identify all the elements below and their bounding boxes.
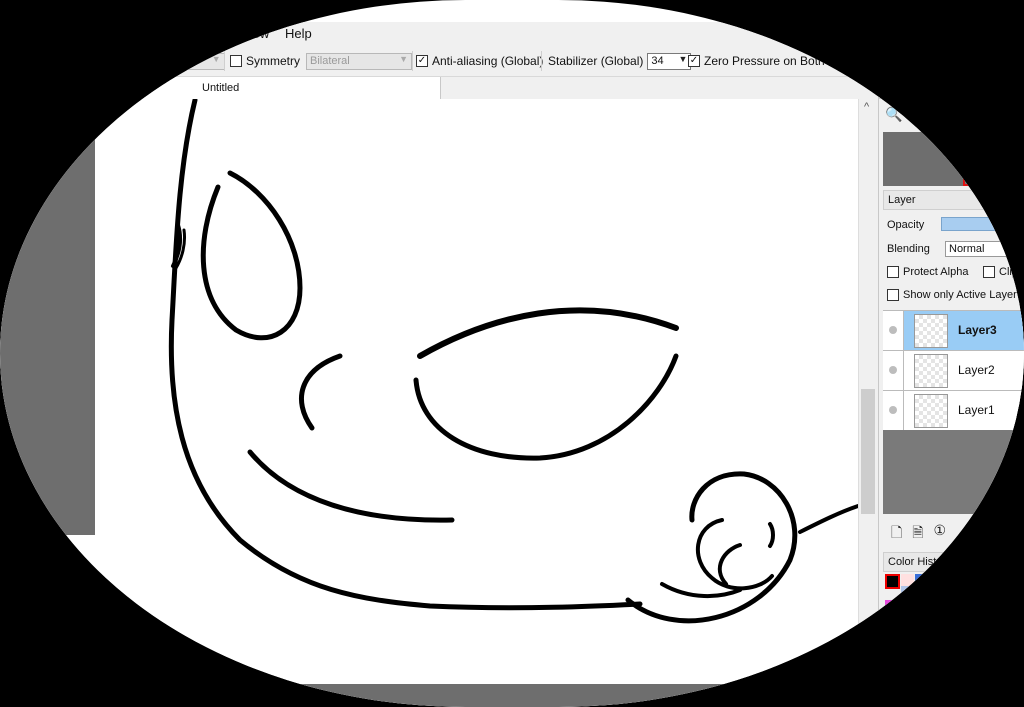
layer-name: Layer1 <box>958 403 995 417</box>
canvas-vertical-scrollbar[interactable]: ^ <box>858 99 879 639</box>
blending-value: Normal <box>949 243 985 255</box>
show-active-layer-checkbox[interactable] <box>887 289 899 301</box>
menu-bar: Animation Tool Window Help <box>0 22 1024 46</box>
layer-set-icon[interactable]: 🗎 <box>912 522 923 546</box>
protect-alpha-checkbox[interactable] <box>887 266 899 278</box>
toolbar-divider <box>224 51 225 71</box>
layer-list: Layer3 Layer2 Layer1 <box>883 310 1024 431</box>
show-active-layer-option: Show only Active Layer <box>887 289 1017 301</box>
navigator-preview[interactable] <box>883 132 1024 186</box>
antialias-option: ✓ Anti-aliasing (Global) <box>416 52 543 70</box>
layer-list-empty-area <box>883 430 1024 514</box>
color-swatch[interactable] <box>885 600 898 613</box>
clip-label: Clip <box>999 266 1018 278</box>
scrollbar-thumb[interactable] <box>861 389 875 514</box>
chevron-down-icon: ▼ <box>399 53 408 64</box>
stabilizer-option: Stabilizer (Global) 34 ▼ <box>548 52 692 70</box>
shape-value: Line <box>154 54 176 67</box>
layer-thumbnail <box>914 314 948 348</box>
symmetry-dropdown[interactable]: Bilateral ▼ <box>306 52 412 70</box>
antialias-label: Anti-aliasing (Global) <box>432 54 544 68</box>
opacity-label: Opacity <box>887 219 925 231</box>
eye-dot-icon <box>889 366 897 374</box>
tab-untitled[interactable]: Untitled <box>0 77 441 99</box>
layer-row-main[interactable]: Layer1 <box>904 391 1024 430</box>
navigator-header <box>879 82 1024 99</box>
drawing-canvas[interactable] <box>0 99 858 707</box>
eye-dot-icon <box>889 326 897 334</box>
layer-name: Layer2 <box>958 363 995 377</box>
show-active-layer-label: Show only Active Layer <box>903 289 1017 301</box>
protect-alpha-option: Protect Alpha <box>887 266 968 278</box>
app-window: Animation Tool Window Help Shape Line ▼ … <box>0 0 1024 707</box>
tool-options-bar: Shape Line ▼ Symmetry Bilateral ▼ ✓ Anti… <box>0 46 1024 77</box>
zoom-in-icon[interactable]: 🔍 <box>885 106 902 123</box>
symmetry-option: Symmetry Bilateral ▼ <box>230 52 412 70</box>
symmetry-checkbox[interactable] <box>230 55 242 67</box>
opacity-slider[interactable] <box>941 217 1024 231</box>
menu-tool[interactable]: Tool <box>184 26 208 41</box>
layer-row-layer2[interactable]: Layer2 <box>883 351 1024 391</box>
layer-buttons: 🗋 🗎 ① <box>891 522 946 546</box>
zero-pressure-checkbox[interactable]: ✓ <box>688 55 700 67</box>
stabilizer-value: 34 <box>651 54 664 67</box>
menu-window[interactable]: Window <box>223 26 269 41</box>
menu-animation[interactable]: Animation <box>112 26 170 41</box>
color-swatch[interactable] <box>901 586 914 599</box>
layer-thumbnail <box>914 354 948 388</box>
chevron-down-icon: ▼ <box>678 53 688 64</box>
color-swatch[interactable] <box>885 574 900 589</box>
zero-pressure-option: ✓ Zero Pressure on Both Ends <box>688 52 855 70</box>
clip-option: Clip <box>983 266 1018 278</box>
color-swatch[interactable] <box>915 574 928 587</box>
right-side-panel: 🔍 Layer Opacity Blending Normal Protect … <box>878 76 1024 707</box>
clip-checkbox[interactable] <box>983 266 995 278</box>
chevron-down-icon: ▼ <box>211 53 221 64</box>
layer-row-layer3[interactable]: Layer3 <box>883 311 1024 351</box>
symmetry-label: Symmetry <box>246 54 300 68</box>
new-layer-icon[interactable]: 🗋 <box>891 522 902 546</box>
shape-checkbox[interactable] <box>94 55 106 67</box>
color-swatch[interactable] <box>929 574 942 587</box>
blending-label: Blending <box>887 243 930 255</box>
layer-row-layer1[interactable]: Layer1 <box>883 391 1024 431</box>
stabilizer-label: Stabilizer (Global) <box>548 54 644 68</box>
line-art-drawing <box>168 99 858 624</box>
tab-label: Untitled <box>202 82 240 94</box>
layer-row-main[interactable]: Layer2 <box>904 351 1024 390</box>
eye-dot-icon <box>889 406 897 414</box>
layer-row-main[interactable]: Layer3 <box>904 311 1024 350</box>
layer-1bit-icon[interactable]: ① <box>934 522 947 546</box>
shape-option: Shape Line ▼ <box>94 52 225 70</box>
document-tab-bar: Untitled <box>0 77 880 100</box>
color-history-title: Color History <box>883 552 1024 572</box>
stabilizer-dropdown[interactable]: 34 ▼ <box>647 52 692 70</box>
antialias-checkbox[interactable]: ✓ <box>416 55 428 67</box>
blending-dropdown[interactable]: Normal <box>945 241 1024 257</box>
protect-alpha-label: Protect Alpha <box>903 266 969 278</box>
visibility-toggle[interactable] <box>883 391 904 430</box>
toolbar-divider <box>541 51 542 71</box>
layer-name: Layer3 <box>958 323 997 337</box>
menu-help[interactable]: Help <box>285 26 312 41</box>
layer-panel-title: Layer <box>883 190 1024 210</box>
shape-label: Shape <box>110 54 145 68</box>
visibility-toggle[interactable] <box>883 351 904 390</box>
layer-thumbnail <box>914 394 948 428</box>
navigator-view-rect <box>963 162 1024 186</box>
visibility-toggle[interactable] <box>883 311 904 350</box>
symmetry-value: Bilateral <box>310 54 350 67</box>
scroll-up-icon[interactable]: ^ <box>864 101 869 113</box>
zero-pressure-label: Zero Pressure on Both Ends <box>704 54 856 68</box>
shape-dropdown[interactable]: Line ▼ <box>150 52 225 70</box>
toolbar-divider <box>412 51 413 71</box>
